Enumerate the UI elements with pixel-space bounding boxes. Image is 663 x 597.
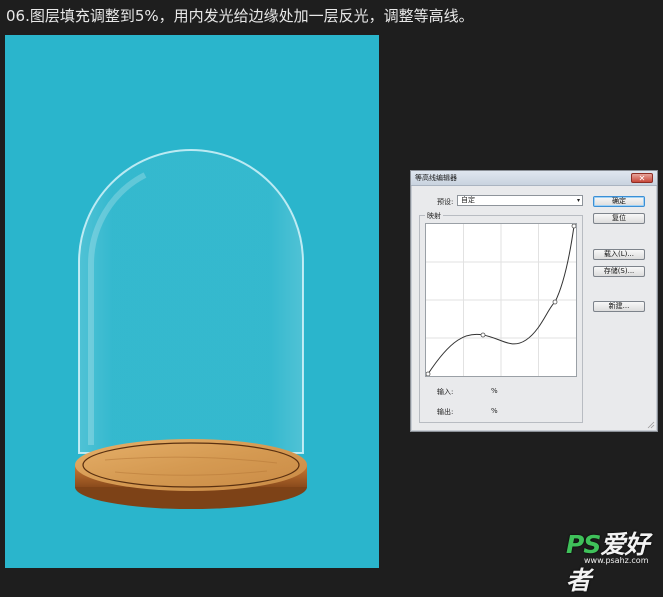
- ok-button[interactable]: 确定: [593, 196, 645, 207]
- input-label: 输入:: [437, 388, 454, 396]
- caption-text: 06.图层填充调整到5%，用内发光给边缘处加一层反光，调整等高线。: [6, 7, 474, 25]
- curve-point[interactable]: [425, 371, 431, 377]
- glass-dome-illustration: [75, 149, 307, 509]
- contour-editor-dialog: 等高线编辑器 ✕ 预设: 自定 ▾ 映射 输入: % 输出: % 确定 复位 载…: [410, 170, 658, 432]
- new-button[interactable]: 新建...: [593, 301, 645, 312]
- dialog-title: 等高线编辑器: [415, 174, 457, 182]
- output-value[interactable]: %: [491, 407, 498, 415]
- mapping-label: 映射: [425, 211, 443, 221]
- close-icon[interactable]: ✕: [631, 173, 653, 183]
- reset-button[interactable]: 复位: [593, 213, 645, 224]
- preset-value: 自定: [461, 196, 475, 204]
- preset-select[interactable]: 自定 ▾: [457, 195, 583, 206]
- preset-label: 预设:: [437, 198, 454, 206]
- dialog-titlebar[interactable]: 等高线编辑器 ✕: [411, 171, 657, 186]
- load-button[interactable]: 载入(L)...: [593, 249, 645, 260]
- output-label: 输出:: [437, 408, 454, 416]
- contour-graph[interactable]: [425, 223, 577, 377]
- resize-grip-icon[interactable]: [647, 421, 655, 429]
- document-canvas[interactable]: [5, 35, 379, 568]
- watermark-url: www.psahz.com: [584, 556, 649, 565]
- curve-point[interactable]: [571, 223, 577, 229]
- curve-point[interactable]: [552, 299, 558, 305]
- watermark-ps: PS: [566, 530, 601, 559]
- save-button[interactable]: 存储(S)...: [593, 266, 645, 277]
- curve-point[interactable]: [480, 332, 486, 338]
- chevron-down-icon: ▾: [576, 197, 580, 204]
- input-value[interactable]: %: [491, 387, 498, 395]
- watermark-logo: PS爱好者 www.psahz.com: [566, 525, 660, 595]
- contour-curve: [425, 223, 577, 377]
